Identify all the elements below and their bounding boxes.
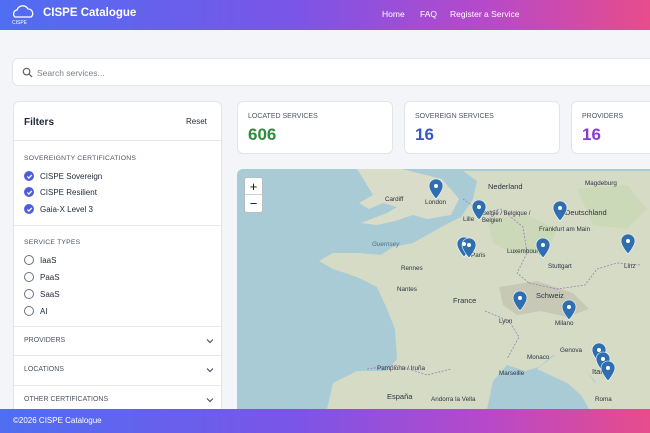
- stat-value: 606: [248, 125, 277, 144]
- search-icon: [22, 67, 33, 78]
- map-marker-luxembourg: [535, 237, 551, 259]
- filter-label: CISPE Resilient: [40, 187, 97, 197]
- filter-label: PaaS: [40, 272, 60, 282]
- filters-panel: Filters Reset SOVEREIGNTY CERTIFICATIONS…: [13, 101, 223, 421]
- filter-label: SaaS: [40, 289, 60, 299]
- divider: [14, 326, 223, 327]
- map-marker-lyon: [512, 290, 528, 312]
- map-marker-london: [428, 178, 444, 200]
- stat-label: PROVIDERS: [582, 113, 624, 120]
- divider: [14, 385, 223, 386]
- filters-title: Filters: [24, 117, 55, 128]
- other-certifications-section-toggle[interactable]: OTHER CERTIFICATIONS: [24, 396, 214, 403]
- divider: [14, 140, 223, 141]
- section-label: PROVIDERS: [24, 337, 66, 344]
- footer: ©2026 CISPE Catalogue: [0, 409, 650, 433]
- radio-unchecked-icon[interactable]: [24, 272, 34, 282]
- filter-label: AI: [40, 306, 48, 316]
- map-marker-frankfurt: [552, 200, 568, 222]
- map-zoom-control: + −: [244, 177, 263, 213]
- filter-gaia-x-level-3[interactable]: Gaia-X Level 3: [24, 203, 93, 215]
- stat-card-sovereign-services: SOVEREIGN SERVICES 16: [404, 101, 560, 154]
- map-markers-layer: [428, 178, 636, 382]
- filter-cispe-sovereign[interactable]: CISPE Sovereign: [24, 170, 102, 182]
- svg-text:CISPE: CISPE: [12, 20, 28, 26]
- search-bar[interactable]: [12, 58, 650, 86]
- radio-unchecked-icon[interactable]: [24, 289, 34, 299]
- footer-copyright: ©2026 CISPE Catalogue: [13, 416, 102, 425]
- map-marker-wien: [620, 233, 636, 255]
- filter-cispe-resilient[interactable]: CISPE Resilient: [24, 186, 97, 198]
- filter-label: IaaS: [40, 255, 57, 265]
- divider: [14, 225, 223, 226]
- checkbox-checked-icon[interactable]: [24, 204, 34, 214]
- service-types-heading: SERVICE TYPES: [24, 239, 81, 246]
- filter-paas[interactable]: PaaS: [24, 271, 60, 283]
- stat-label: SOVEREIGN SERVICES: [415, 113, 494, 120]
- filter-iaas[interactable]: IaaS: [24, 254, 56, 266]
- top-navbar: CISPE CISPE Catalogue Home FAQ Register …: [0, 0, 650, 30]
- filter-label: CISPE Sovereign: [40, 171, 103, 181]
- section-label: LOCATIONS: [24, 366, 64, 373]
- locations-section-toggle[interactable]: LOCATIONS: [24, 366, 214, 373]
- chevron-down-icon: [206, 397, 214, 402]
- search-input[interactable]: [37, 64, 337, 81]
- map-view[interactable]: Nederland België / Belgique / Belgien De…: [237, 169, 650, 409]
- providers-section-toggle[interactable]: PROVIDERS: [24, 337, 214, 344]
- section-label: OTHER CERTIFICATIONS: [24, 396, 109, 403]
- radio-unchecked-icon[interactable]: [24, 306, 34, 316]
- nav-home-link[interactable]: Home: [382, 9, 405, 19]
- brand-title[interactable]: CISPE Catalogue: [43, 7, 136, 19]
- stat-value: 16: [415, 125, 434, 144]
- checkbox-checked-icon[interactable]: [24, 187, 34, 197]
- radio-unchecked-icon[interactable]: [24, 255, 34, 265]
- nav-faq-link[interactable]: FAQ: [420, 9, 437, 19]
- filter-ai[interactable]: AI: [24, 305, 48, 317]
- zoom-in-button[interactable]: +: [245, 178, 262, 195]
- map-marker-milano: [561, 299, 577, 321]
- sovereignty-certifications-heading: SOVEREIGNTY CERTIFICATIONS: [24, 155, 137, 162]
- filter-saas[interactable]: SaaS: [24, 288, 60, 300]
- map-marker-napoli: [600, 360, 616, 382]
- map-marker-lille: [471, 199, 487, 221]
- zoom-out-button[interactable]: −: [245, 195, 262, 212]
- cloud-logo-icon[interactable]: CISPE: [10, 3, 36, 27]
- checkbox-checked-icon[interactable]: [24, 171, 34, 181]
- reset-filters-button[interactable]: Reset: [186, 117, 207, 126]
- stat-label: LOCATED SERVICES: [248, 113, 318, 120]
- divider: [14, 355, 223, 356]
- stat-card-located-services: LOCATED SERVICES 606: [237, 101, 393, 154]
- chevron-down-icon: [206, 338, 214, 343]
- stat-value: 16: [582, 125, 601, 144]
- chevron-down-icon: [206, 367, 214, 372]
- stat-card-providers: PROVIDERS 16: [571, 101, 650, 154]
- nav-register-service-link[interactable]: Register a Service: [450, 9, 519, 19]
- filter-label: Gaia-X Level 3: [40, 204, 93, 214]
